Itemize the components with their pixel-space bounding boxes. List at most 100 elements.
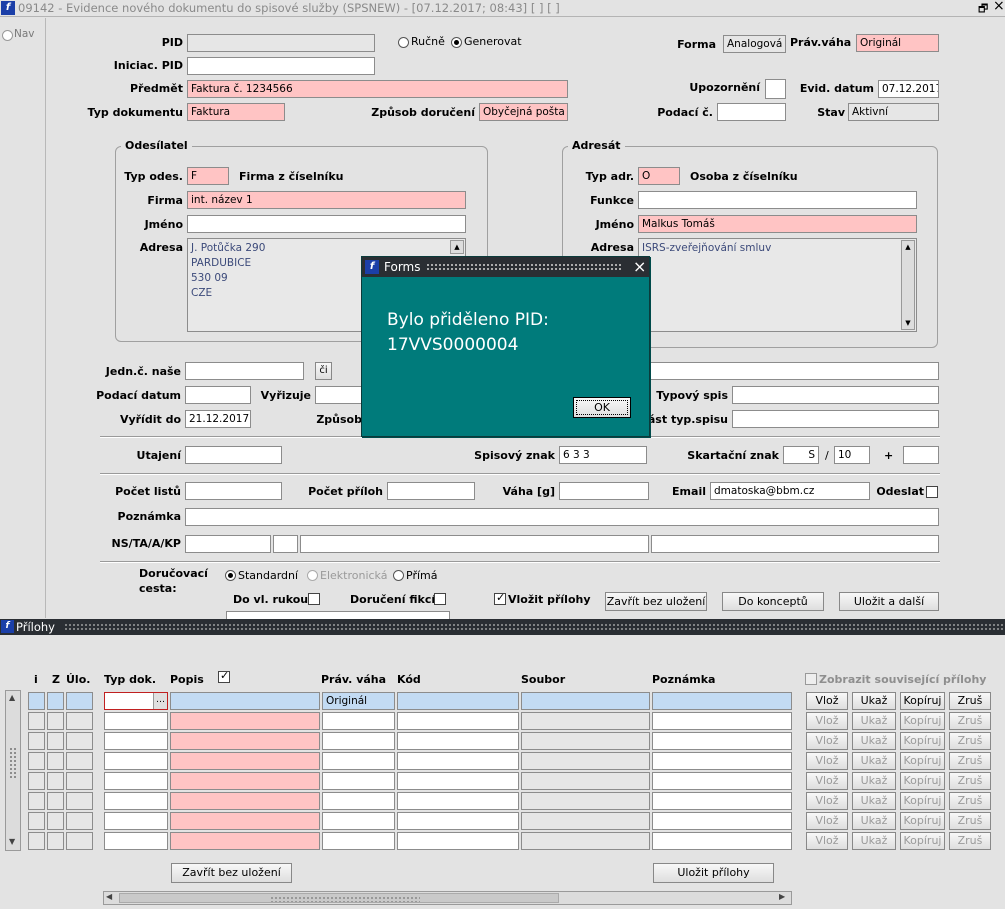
- zpusob-doruceni-field[interactable]: Obyčejná pošta: [479, 103, 568, 121]
- prav-vaha-cell[interactable]: [322, 812, 395, 830]
- col-ulo-cell[interactable]: [66, 692, 93, 710]
- col-z-cell[interactable]: [47, 772, 64, 790]
- stav-field[interactable]: Aktivní: [848, 103, 939, 121]
- col-i-cell[interactable]: [28, 772, 45, 790]
- typ-adr-field[interactable]: O: [638, 167, 680, 185]
- kod-cell[interactable]: [397, 772, 519, 790]
- col-ulo-cell[interactable]: [66, 832, 93, 850]
- vlozit-prilohy-checkbox[interactable]: ✓: [494, 591, 506, 605]
- zobrazit-checkbox[interactable]: [805, 673, 817, 685]
- typ-dok-cell[interactable]: …: [104, 692, 168, 710]
- kopiruj-button[interactable]: Kopíruj: [900, 772, 945, 790]
- close-icon[interactable]: ×: [993, 0, 1005, 14]
- zrus-button[interactable]: Zruš: [949, 832, 991, 850]
- soubor-cell[interactable]: [521, 732, 650, 750]
- pocet-listu-field[interactable]: [185, 482, 282, 500]
- prav-vaha-cell[interactable]: [322, 712, 395, 730]
- kopiruj-button[interactable]: Kopíruj: [900, 812, 945, 830]
- poznamka-cell[interactable]: [652, 732, 792, 750]
- evid-datum-field[interactable]: 07.12.2017: [878, 80, 939, 98]
- col-ulo-cell[interactable]: [66, 772, 93, 790]
- vloz-button[interactable]: Vlož: [806, 812, 848, 830]
- skartacni-s-field[interactable]: S: [783, 446, 819, 464]
- soubor-cell[interactable]: [521, 832, 650, 850]
- kopiruj-button[interactable]: Kopíruj: [900, 752, 945, 770]
- jedn-right-field[interactable]: [648, 362, 939, 380]
- poznamka-cell[interactable]: [652, 792, 792, 810]
- cast-typ-spisu-field[interactable]: [732, 410, 939, 428]
- standardni-radio[interactable]: [225, 570, 236, 581]
- soubor-cell[interactable]: [521, 792, 650, 810]
- col-ulo-cell[interactable]: [66, 812, 93, 830]
- vaha-field[interactable]: [559, 482, 649, 500]
- ns-field-2[interactable]: [273, 535, 298, 553]
- kopiruj-button[interactable]: Kopíruj: [900, 732, 945, 750]
- zrus-button[interactable]: Zruš: [949, 692, 991, 710]
- prima-radio[interactable]: [393, 570, 404, 581]
- col-i-cell[interactable]: [28, 752, 45, 770]
- col-ulo-cell[interactable]: [66, 712, 93, 730]
- kod-cell[interactable]: [397, 712, 519, 730]
- restore-icon[interactable]: 🗗: [978, 0, 988, 19]
- col-i-cell[interactable]: [28, 712, 45, 730]
- typovy-spis-field[interactable]: [732, 386, 939, 404]
- typ-dok-cell[interactable]: [104, 732, 168, 750]
- ukaz-button[interactable]: Ukaž: [852, 752, 896, 770]
- col-z-cell[interactable]: [47, 712, 64, 730]
- typ-dok-cell[interactable]: [104, 832, 168, 850]
- kod-cell[interactable]: [397, 832, 519, 850]
- ukaz-button[interactable]: Ukaž: [852, 832, 896, 850]
- soubor-cell[interactable]: [521, 752, 650, 770]
- nav-radio[interactable]: [2, 30, 13, 41]
- adresa-odes-scroll-up[interactable]: ▲: [450, 240, 464, 254]
- kopiruj-button[interactable]: Kopíruj: [900, 792, 945, 810]
- vloz-button[interactable]: Vlož: [806, 732, 848, 750]
- scroll-thumb-grip[interactable]: [9, 747, 17, 779]
- poznamka-field[interactable]: [185, 508, 939, 526]
- poznamka-cell[interactable]: [652, 752, 792, 770]
- typ-dok-cell[interactable]: [104, 752, 168, 770]
- do-vl-rukou-checkbox[interactable]: [308, 593, 320, 605]
- typ-odes-field[interactable]: F: [187, 167, 229, 185]
- soubor-cell[interactable]: [521, 812, 650, 830]
- scroll-left-icon[interactable]: ◀: [106, 892, 112, 901]
- grid-hscrollbar[interactable]: ◀ ▶: [103, 891, 792, 905]
- kod-cell[interactable]: [397, 752, 519, 770]
- ulozit-prilohy-button[interactable]: Uložit přílohy: [653, 863, 774, 883]
- ukaz-button[interactable]: Ukaž: [852, 812, 896, 830]
- col-ulo-cell[interactable]: [66, 792, 93, 810]
- zrus-button[interactable]: Zruš: [949, 792, 991, 810]
- popis-cell[interactable]: [170, 712, 320, 730]
- col-z-cell[interactable]: [47, 732, 64, 750]
- ulozit-a-dalsi-button[interactable]: Uložit a další: [839, 592, 939, 611]
- predmet-field[interactable]: Faktura č. 1234566: [187, 80, 568, 98]
- upozorneni-field[interactable]: [765, 79, 786, 99]
- ci-button[interactable]: či: [315, 362, 332, 380]
- zrus-button[interactable]: Zruš: [949, 812, 991, 830]
- col-i-cell[interactable]: [28, 732, 45, 750]
- forma-field[interactable]: Analogová: [723, 35, 786, 53]
- prav-vaha-cell[interactable]: [322, 832, 395, 850]
- col-z-cell[interactable]: [47, 792, 64, 810]
- podaci-datum-field[interactable]: [185, 386, 251, 404]
- vyrizuje-field[interactable]: [315, 386, 365, 404]
- spisovy-znak-field[interactable]: 6 3 3: [559, 446, 647, 464]
- doruceni-fikci-checkbox[interactable]: [434, 593, 446, 605]
- email-field[interactable]: dmatoska@bbm.cz: [710, 482, 870, 500]
- jmeno-adr-field[interactable]: Malkus Tomáš: [638, 215, 917, 233]
- ns-field-4[interactable]: [651, 535, 939, 553]
- elektronicka-radio[interactable]: [307, 570, 318, 581]
- kod-cell[interactable]: [397, 732, 519, 750]
- popis-cell[interactable]: [170, 832, 320, 850]
- lov-button[interactable]: …: [153, 693, 167, 709]
- prav-vaha-cell[interactable]: [322, 752, 395, 770]
- typ-dok-cell[interactable]: [104, 712, 168, 730]
- kod-cell[interactable]: [397, 692, 519, 710]
- do-konceptu-button[interactable]: Do konceptů: [722, 592, 824, 611]
- plus-field[interactable]: [903, 446, 939, 464]
- dialog-ok-button[interactable]: OK: [573, 397, 631, 418]
- col-z-cell[interactable]: [47, 832, 64, 850]
- typ-dokumentu-field[interactable]: Faktura: [187, 103, 285, 121]
- popis-cell[interactable]: [170, 752, 320, 770]
- prav-vaha-cell[interactable]: [322, 772, 395, 790]
